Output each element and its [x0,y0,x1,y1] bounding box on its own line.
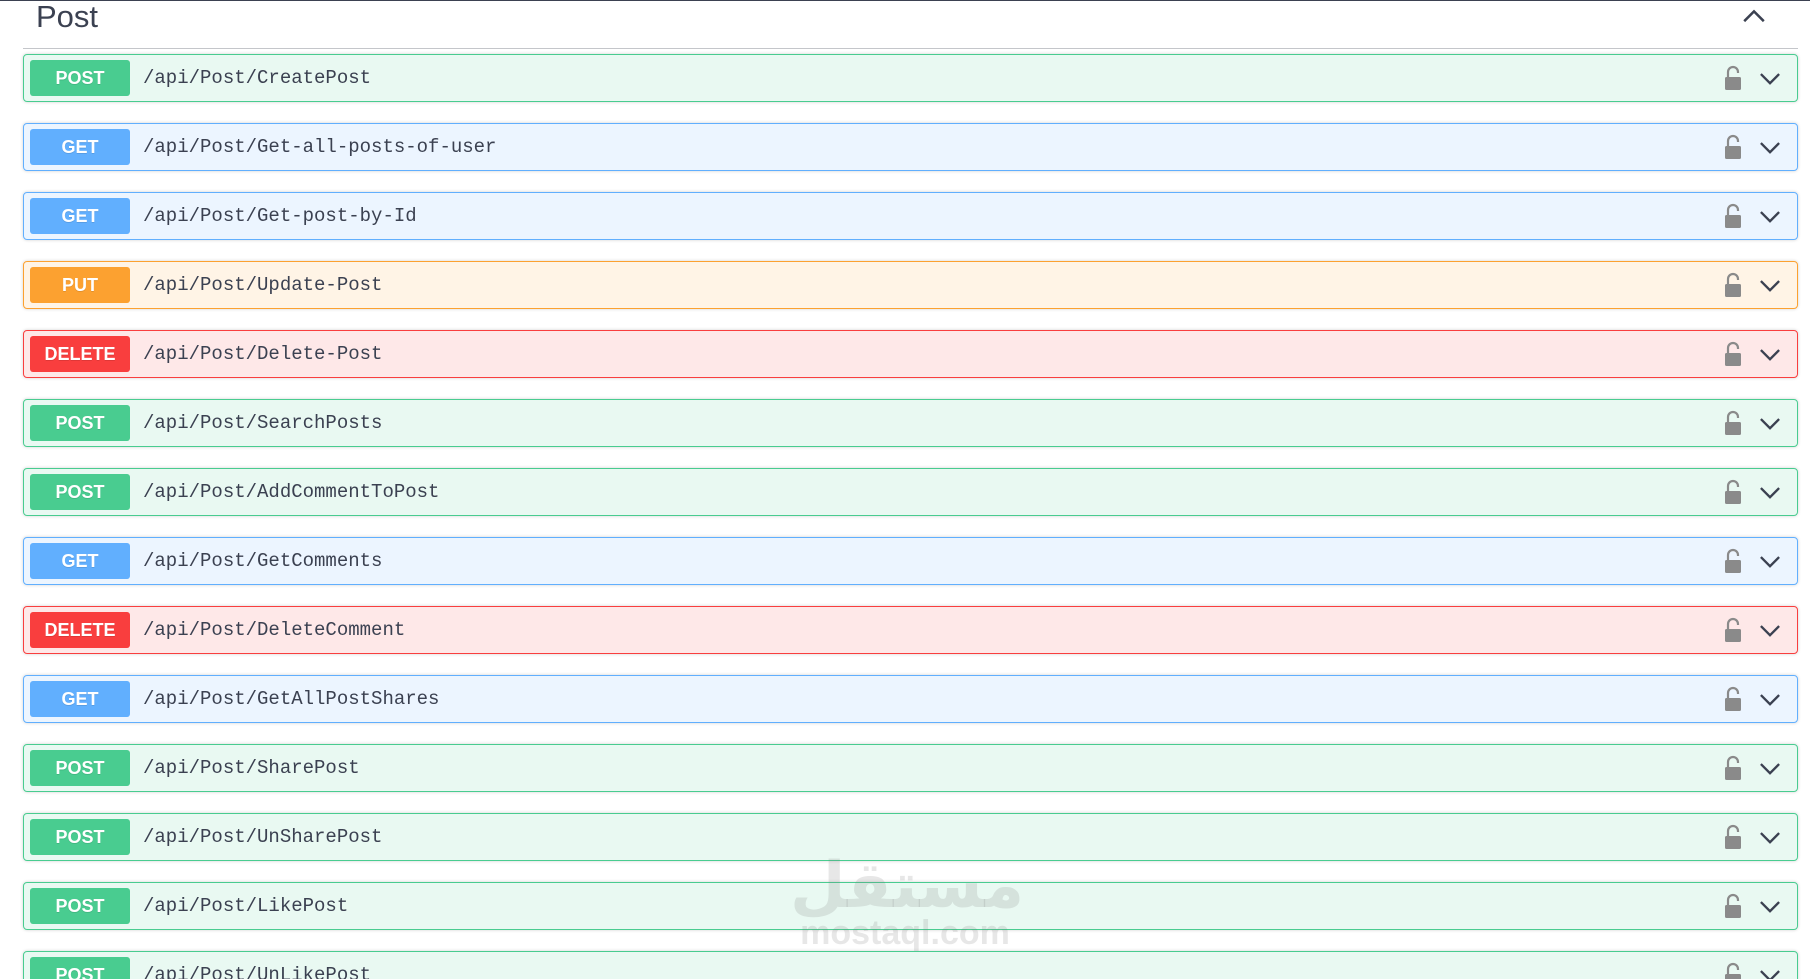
operation-row[interactable]: POST/api/Post/UnSharePost [23,813,1798,861]
lock-icon[interactable] [1723,203,1743,229]
operation-path: /api/Post/CreatePost [143,67,372,89]
chevron-down-icon[interactable] [1757,617,1783,643]
chevron-down-icon[interactable] [1757,203,1783,229]
lock-icon[interactable] [1723,410,1743,436]
operation-path: /api/Post/Get-all-posts-of-user [143,136,497,158]
lock-icon[interactable] [1723,617,1743,643]
chevron-down-icon[interactable] [1757,548,1783,574]
chevron-up-icon[interactable] [1740,3,1768,31]
chevron-down-icon[interactable] [1757,134,1783,160]
method-badge: DELETE [30,336,130,372]
operation-path: /api/Post/LikePost [143,895,349,917]
chevron-down-icon[interactable] [1757,824,1783,850]
chevron-down-icon[interactable] [1757,65,1783,91]
method-badge: GET [30,198,130,234]
method-badge: GET [30,543,130,579]
operation-path: /api/Post/DeleteComment [143,619,406,641]
operation-row[interactable]: POST/api/Post/LikePost [23,882,1798,930]
method-badge: PUT [30,267,130,303]
operation-path: /api/Post/SearchPosts [143,412,383,434]
operations-list: POST/api/Post/CreatePost GET/api/Post/Get… [23,54,1798,979]
operation-row[interactable]: DELETE/api/Post/DeleteComment [23,606,1798,654]
lock-icon[interactable] [1723,341,1743,367]
operation-row[interactable]: POST/api/Post/SearchPosts [23,399,1798,447]
lock-icon[interactable] [1723,824,1743,850]
operation-path: /api/Post/Update-Post [143,274,383,296]
method-badge: POST [30,750,130,786]
operation-path: /api/Post/UnSharePost [143,826,383,848]
operation-row[interactable]: POST/api/Post/SharePost [23,744,1798,792]
method-badge: GET [30,129,130,165]
lock-icon[interactable] [1723,893,1743,919]
method-badge: POST [30,60,130,96]
operation-row[interactable]: POST/api/Post/CreatePost [23,54,1798,102]
operation-path: /api/Post/Delete-Post [143,343,383,365]
operation-row[interactable]: POST/api/Post/UnLikePost [23,951,1798,979]
chevron-down-icon[interactable] [1757,962,1783,979]
operation-row[interactable]: POST/api/Post/AddCommentToPost [23,468,1798,516]
operation-row[interactable]: GET/api/Post/Get-post-by-Id [23,192,1798,240]
operation-path: /api/Post/SharePost [143,757,360,779]
operation-row[interactable]: PUT/api/Post/Update-Post [23,261,1798,309]
operation-row[interactable]: GET/api/Post/Get-all-posts-of-user [23,123,1798,171]
lock-icon[interactable] [1723,272,1743,298]
chevron-down-icon[interactable] [1757,686,1783,712]
chevron-down-icon[interactable] [1757,755,1783,781]
operation-path: /api/Post/UnLikePost [143,964,372,979]
chevron-down-icon[interactable] [1757,410,1783,436]
method-badge: POST [30,474,130,510]
method-badge: GET [30,681,130,717]
swagger-page: Post POST/api/Post/CreatePost GET/api/Pos… [0,0,1810,979]
method-badge: POST [30,405,130,441]
lock-icon[interactable] [1723,962,1743,979]
method-badge: POST [30,819,130,855]
chevron-down-icon[interactable] [1757,341,1783,367]
lock-icon[interactable] [1723,134,1743,160]
section-header-post[interactable]: Post [23,1,1798,49]
lock-icon[interactable] [1723,686,1743,712]
chevron-down-icon[interactable] [1757,479,1783,505]
method-badge: POST [30,888,130,924]
operation-path: /api/Post/Get-post-by-Id [143,205,417,227]
operation-path: /api/Post/GetAllPostShares [143,688,440,710]
operation-row[interactable]: GET/api/Post/GetAllPostShares [23,675,1798,723]
chevron-down-icon[interactable] [1757,893,1783,919]
lock-icon[interactable] [1723,479,1743,505]
lock-icon[interactable] [1723,548,1743,574]
operation-row[interactable]: DELETE/api/Post/Delete-Post [23,330,1798,378]
lock-icon[interactable] [1723,755,1743,781]
section-title: Post [36,0,99,34]
method-badge: DELETE [30,612,130,648]
operation-path: /api/Post/GetComments [143,550,383,572]
operation-path: /api/Post/AddCommentToPost [143,481,440,503]
method-badge: POST [30,957,130,979]
lock-icon[interactable] [1723,65,1743,91]
operation-row[interactable]: GET/api/Post/GetComments [23,537,1798,585]
chevron-down-icon[interactable] [1757,272,1783,298]
